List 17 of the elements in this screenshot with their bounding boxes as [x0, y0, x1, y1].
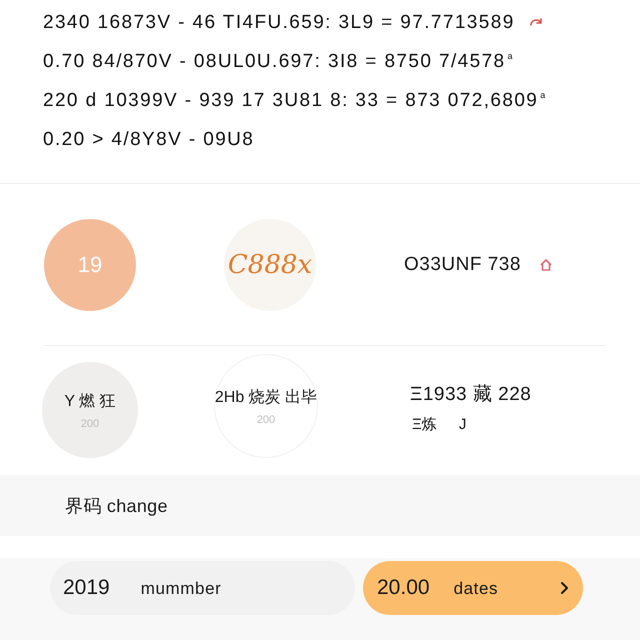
- result-line: 0.70 84/870V - 08UL0U.697: 3I8 = 8750 7/4578$^{a}$: [43, 50, 514, 72]
- section-label: 界码 change: [65, 494, 168, 518]
- stat-value: C888x: [228, 250, 312, 280]
- dates-button[interactable]: 20.00 dates: [363, 561, 583, 615]
- stat-value: Y 燃 狂: [64, 392, 116, 412]
- stat-text: Ξ1933 藏 228: [410, 382, 532, 406]
- result-line: 2340 16873V - 46 TI4FU.659: 3L9 = 97.7713589: [43, 12, 515, 34]
- chevron-right-icon: [560, 581, 569, 595]
- stat-value: 19: [78, 252, 102, 278]
- stat-text: O33UNF 738: [404, 254, 521, 276]
- stat-subtext: Ξ炼 J: [411, 414, 466, 434]
- stat-caption: 200: [256, 414, 276, 426]
- number-button[interactable]: 2019 mummber: [50, 561, 355, 615]
- stat-value: 2Hb 烧炭 出毕: [214, 388, 318, 408]
- result-line: 0.20 > 4/8Y8V - 09U8: [43, 128, 254, 150]
- circular-arrow-icon: [528, 16, 543, 28]
- result-line: 220 d 10399V - 939 17 3U81 8: 33 = 873 072,6809$^{a}$: [43, 90, 547, 112]
